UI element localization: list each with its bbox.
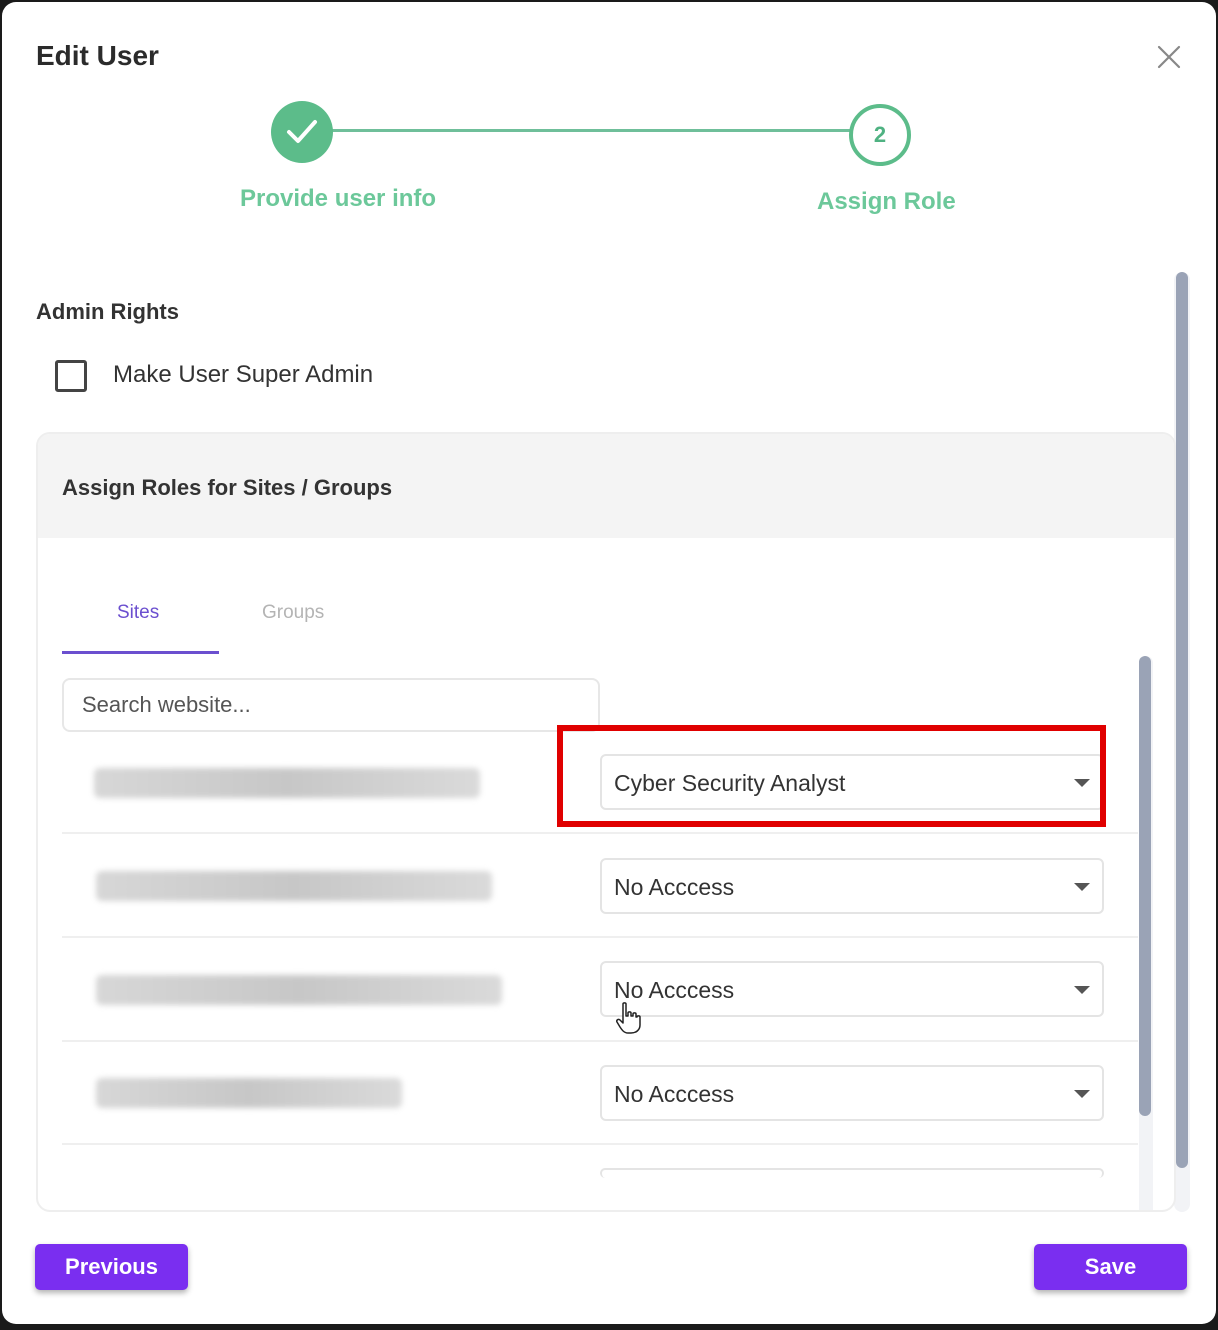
chevron-down-icon — [1074, 986, 1090, 994]
site-name-redacted — [96, 975, 502, 1005]
super-admin-checkbox[interactable] — [55, 360, 87, 392]
chevron-down-icon — [1074, 883, 1090, 891]
dialog-scrollbar-thumb[interactable] — [1176, 272, 1188, 1168]
step-1-label: Provide user info — [240, 185, 437, 212]
role-select-value: No Acccess — [614, 874, 735, 900]
role-select-row-5-partial[interactable] — [600, 1168, 1104, 1178]
row-divider — [62, 832, 1138, 834]
site-name-redacted — [96, 871, 492, 901]
edit-user-dialog: Edit User 2 Provide user info Assign Rol… — [2, 2, 1216, 1324]
site-name-redacted — [94, 768, 480, 798]
site-name-redacted — [96, 1078, 402, 1108]
role-select-value: No Acccess — [614, 1081, 735, 1107]
close-button[interactable] — [1154, 42, 1184, 72]
roles-card: Assign Roles for Sites / Groups Sites Gr… — [36, 432, 1176, 1212]
tab-sites[interactable]: Sites — [117, 602, 159, 624]
role-select-row-3[interactable]: No Acccess — [600, 961, 1104, 1017]
admin-rights-heading: Admin Rights — [36, 299, 179, 324]
dialog-title: Edit User — [36, 40, 159, 71]
step-2-label: Assign Role — [817, 188, 956, 215]
active-tab-indicator — [62, 651, 219, 654]
roles-card-title: Assign Roles for Sites / Groups — [62, 475, 393, 500]
role-select-row-2[interactable]: No Acccess — [600, 858, 1104, 914]
row-divider — [62, 936, 1138, 938]
step-1-indicator — [271, 101, 333, 163]
save-button[interactable]: Save — [1034, 1244, 1187, 1290]
chevron-down-icon — [1074, 1090, 1090, 1098]
tab-groups[interactable]: Groups — [262, 602, 324, 624]
check-icon — [287, 120, 317, 143]
sites-list-scrollbar-thumb[interactable] — [1139, 656, 1151, 1116]
close-icon — [1157, 45, 1181, 69]
roles-card-header: Assign Roles for Sites / Groups — [38, 434, 1174, 538]
search-website-input[interactable] — [62, 678, 600, 732]
previous-button[interactable]: Previous — [35, 1244, 188, 1290]
super-admin-label[interactable]: Make User Super Admin — [113, 361, 373, 389]
row-divider — [62, 1143, 1138, 1145]
stepper-connector — [332, 129, 852, 132]
row-divider — [62, 1040, 1138, 1042]
role-select-value: No Acccess — [614, 977, 735, 1003]
annotation-highlight-box — [557, 725, 1106, 827]
step-2-indicator: 2 — [849, 104, 911, 166]
role-select-row-4[interactable]: No Acccess — [600, 1065, 1104, 1121]
hand-pointer-icon — [616, 1002, 641, 1034]
